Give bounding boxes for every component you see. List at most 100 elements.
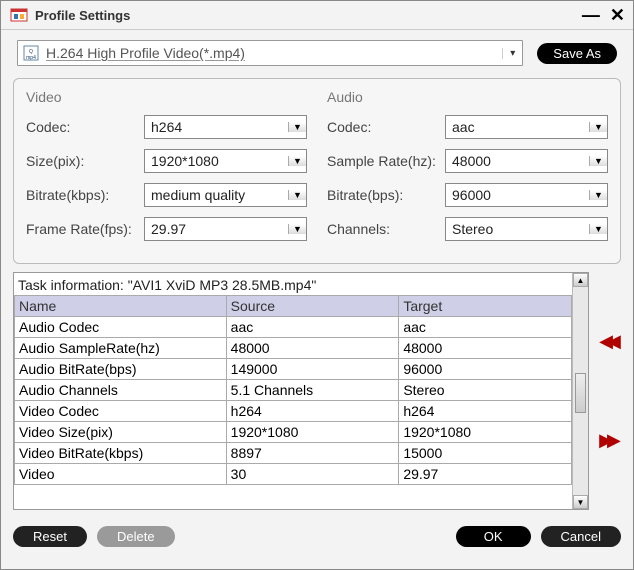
settings-panel: Video Codec: h264 ▼ Size(pix): 1920*1080… bbox=[13, 78, 621, 264]
chevron-down-icon: ▼ bbox=[288, 190, 306, 200]
audio-section: Audio Codec: aac ▼ Sample Rate(hz): 4800… bbox=[327, 89, 608, 251]
app-icon bbox=[9, 5, 29, 25]
audio-section-title: Audio bbox=[327, 89, 608, 105]
table-row[interactable]: Audio SampleRate(hz)4800048000 bbox=[15, 338, 572, 359]
audio-channels-dropdown[interactable]: Stereo ▼ bbox=[445, 217, 608, 241]
table-row[interactable]: Video Codech264h264 bbox=[15, 401, 572, 422]
chevron-down-icon: ▼ bbox=[288, 156, 306, 166]
ok-button[interactable]: OK bbox=[456, 526, 531, 547]
close-button[interactable]: ✕ bbox=[610, 6, 625, 24]
cell-name: Audio BitRate(bps) bbox=[15, 359, 227, 380]
table-row[interactable]: Audio Channels5.1 ChannelsStereo bbox=[15, 380, 572, 401]
reset-button[interactable]: Reset bbox=[13, 526, 87, 547]
prev-button[interactable]: ◀◀ bbox=[599, 331, 615, 352]
cell-target: h264 bbox=[399, 401, 572, 422]
cell-target: Stereo bbox=[399, 380, 572, 401]
audio-bitrate-dropdown[interactable]: 96000 ▼ bbox=[445, 183, 608, 207]
chevron-updown-icon: ▾ bbox=[502, 48, 518, 59]
chevron-down-icon: ▼ bbox=[589, 224, 607, 234]
cell-source: 8897 bbox=[226, 443, 399, 464]
task-area: Task information: "AVI1 XviD MP3 28.5MB.… bbox=[13, 272, 621, 510]
audio-channels-value: Stereo bbox=[446, 221, 589, 237]
cell-target: 1920*1080 bbox=[399, 422, 572, 443]
scroll-up-icon[interactable]: ▲ bbox=[573, 273, 588, 287]
scroll-down-icon[interactable]: ▼ bbox=[573, 495, 588, 509]
chevron-down-icon: ▼ bbox=[589, 190, 607, 200]
cell-name: Audio SampleRate(hz) bbox=[15, 338, 227, 359]
col-target[interactable]: Target bbox=[399, 296, 572, 317]
cell-source: aac bbox=[226, 317, 399, 338]
table-header-row: Name Source Target bbox=[15, 296, 572, 317]
mp4-icon: Q mp4 bbox=[22, 44, 40, 62]
audio-bitrate-label: Bitrate(bps): bbox=[327, 187, 445, 203]
delete-button[interactable]: Delete bbox=[97, 526, 175, 547]
audio-bitrate-value: 96000 bbox=[446, 187, 589, 203]
minimize-button[interactable]: — bbox=[582, 6, 600, 24]
audio-samplerate-label: Sample Rate(hz): bbox=[327, 153, 445, 169]
scroll-thumb[interactable] bbox=[575, 373, 586, 413]
video-section-title: Video bbox=[26, 89, 307, 105]
col-source[interactable]: Source bbox=[226, 296, 399, 317]
cell-source: 1920*1080 bbox=[226, 422, 399, 443]
next-button[interactable]: ▶▶ bbox=[599, 430, 615, 451]
table-row[interactable]: Video Size(pix)1920*10801920*1080 bbox=[15, 422, 572, 443]
cell-source: 5.1 Channels bbox=[226, 380, 399, 401]
audio-codec-dropdown[interactable]: aac ▼ bbox=[445, 115, 608, 139]
chevron-down-icon: ▼ bbox=[589, 122, 607, 132]
cell-target: 96000 bbox=[399, 359, 572, 380]
cell-name: Audio Codec bbox=[15, 317, 227, 338]
cell-target: 29.97 bbox=[399, 464, 572, 485]
col-name[interactable]: Name bbox=[15, 296, 227, 317]
nav-buttons: ◀◀ ▶▶ bbox=[593, 272, 621, 510]
profile-dropdown-text: H.264 High Profile Video(*.mp4) bbox=[46, 45, 502, 61]
video-size-dropdown[interactable]: 1920*1080 ▼ bbox=[144, 149, 307, 173]
window-title: Profile Settings bbox=[35, 8, 572, 23]
video-codec-value: h264 bbox=[145, 119, 288, 135]
table-row[interactable]: Audio BitRate(bps)14900096000 bbox=[15, 359, 572, 380]
video-codec-dropdown[interactable]: h264 ▼ bbox=[144, 115, 307, 139]
table-row[interactable]: Video3029.97 bbox=[15, 464, 572, 485]
video-size-value: 1920*1080 bbox=[145, 153, 288, 169]
chevron-down-icon: ▼ bbox=[288, 122, 306, 132]
chevron-down-icon: ▼ bbox=[589, 156, 607, 166]
cell-name: Video BitRate(kbps) bbox=[15, 443, 227, 464]
cell-source: h264 bbox=[226, 401, 399, 422]
cell-source: 48000 bbox=[226, 338, 399, 359]
table-row[interactable]: Video BitRate(kbps)889715000 bbox=[15, 443, 572, 464]
task-table: Name Source Target Audio CodecaacaacAudi… bbox=[14, 295, 572, 485]
video-framerate-dropdown[interactable]: 29.97 ▼ bbox=[144, 217, 307, 241]
svg-text:mp4: mp4 bbox=[26, 55, 36, 61]
footer: Reset Delete OK Cancel bbox=[1, 518, 633, 557]
profile-row: Q mp4 H.264 High Profile Video(*.mp4) ▾ … bbox=[1, 30, 633, 72]
audio-channels-label: Channels: bbox=[327, 221, 445, 237]
video-section: Video Codec: h264 ▼ Size(pix): 1920*1080… bbox=[26, 89, 307, 251]
audio-codec-value: aac bbox=[446, 119, 589, 135]
chevron-down-icon: ▼ bbox=[288, 224, 306, 234]
cell-source: 149000 bbox=[226, 359, 399, 380]
titlebar: Profile Settings — ✕ bbox=[1, 1, 633, 30]
table-row[interactable]: Audio Codecaacaac bbox=[15, 317, 572, 338]
video-bitrate-label: Bitrate(kbps): bbox=[26, 187, 144, 203]
cell-name: Video Size(pix) bbox=[15, 422, 227, 443]
cell-source: 30 bbox=[226, 464, 399, 485]
video-framerate-value: 29.97 bbox=[145, 221, 288, 237]
audio-samplerate-dropdown[interactable]: 48000 ▼ bbox=[445, 149, 608, 173]
task-table-wrap: Task information: "AVI1 XviD MP3 28.5MB.… bbox=[13, 272, 589, 510]
video-size-label: Size(pix): bbox=[26, 153, 144, 169]
cell-target: aac bbox=[399, 317, 572, 338]
video-codec-label: Codec: bbox=[26, 119, 144, 135]
video-framerate-label: Frame Rate(fps): bbox=[26, 221, 144, 237]
save-as-button[interactable]: Save As bbox=[537, 43, 617, 64]
audio-codec-label: Codec: bbox=[327, 119, 445, 135]
cell-name: Video bbox=[15, 464, 227, 485]
cell-name: Video Codec bbox=[15, 401, 227, 422]
profile-settings-window: Profile Settings — ✕ Q mp4 H.264 High Pr… bbox=[0, 0, 634, 570]
scrollbar[interactable]: ▲ ▼ bbox=[572, 273, 588, 509]
video-bitrate-value: medium quality bbox=[145, 187, 288, 203]
profile-dropdown[interactable]: Q mp4 H.264 High Profile Video(*.mp4) ▾ bbox=[17, 40, 523, 66]
cell-name: Audio Channels bbox=[15, 380, 227, 401]
cell-target: 48000 bbox=[399, 338, 572, 359]
cell-target: 15000 bbox=[399, 443, 572, 464]
video-bitrate-dropdown[interactable]: medium quality ▼ bbox=[144, 183, 307, 207]
cancel-button[interactable]: Cancel bbox=[541, 526, 621, 547]
